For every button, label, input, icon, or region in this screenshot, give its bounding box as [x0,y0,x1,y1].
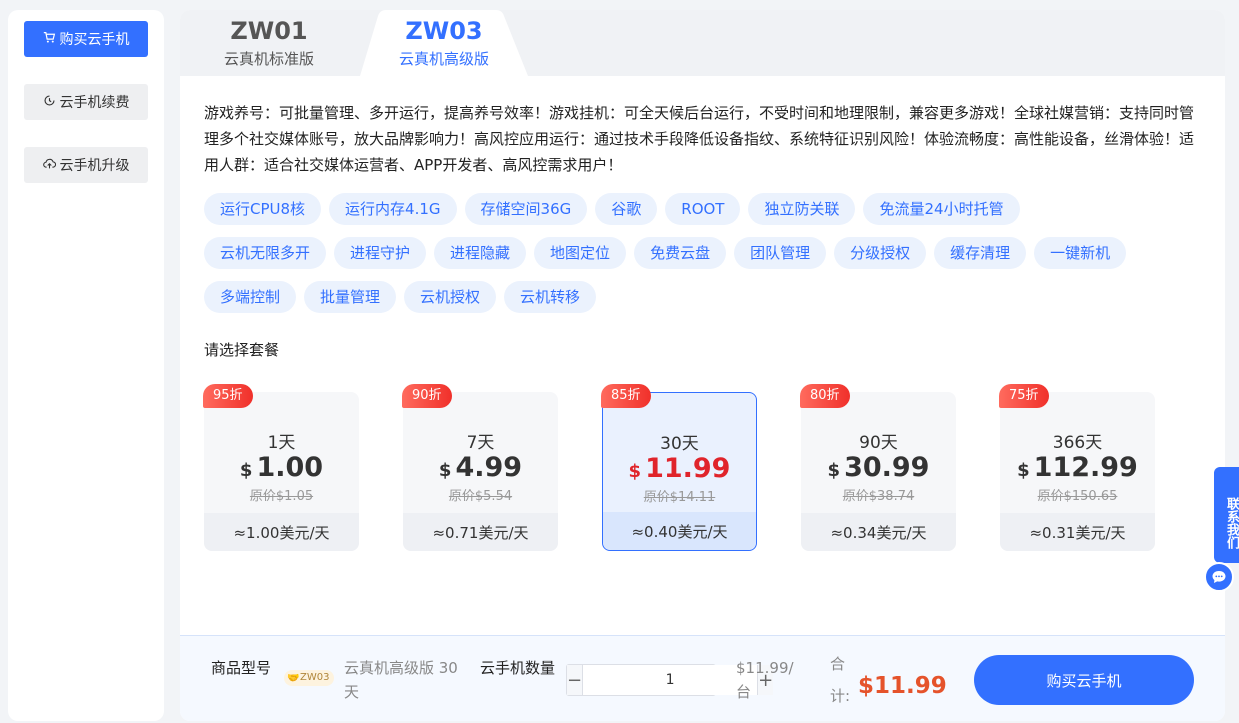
upgrade-phone-sidebar-label: 云手机升级 [59,158,130,174]
plan-duration: 7天 [466,433,495,453]
plan-card-1-day[interactable]: 95折 1天 $1.00 原价$1.05 ≈1.00美元/天 [203,384,359,551]
handshake-icon: 🤝 [287,673,300,684]
currency-symbol: $ [438,460,452,481]
feature-tag: 分级授权 [834,237,927,269]
order-summary-bar: 商品型号 🤝 ZW03 云真机高级版 30天 云手机数量 − + $11.99/… [180,635,1225,721]
quantity-stepper: − + [566,664,774,696]
price-amount: 30.99 [844,452,930,483]
buy-phone-button[interactable]: 购买云手机 [974,655,1194,705]
product-description: 游戏养号：可批量管理、多开运行，提高养号效率！游戏挂机：可全天候后台运行，不受时… [204,104,1195,174]
per-day-price: ≈0.31美元/天 [1000,513,1155,551]
renew-icon [43,94,56,111]
plan-tabs: ZW01 云真机标准版 ZW03 云真机高级版 [180,10,1225,76]
feature-tag: 一键新机 [1034,237,1127,269]
price-amount: 11.99 [645,453,731,484]
plan-section-title: 请选择套餐 [204,341,280,359]
tab-zw03[interactable]: ZW03 云真机高级版 [360,10,528,76]
tab-code: ZW01 [230,17,308,45]
chat-icon[interactable] [1204,562,1234,592]
total-label: 合计: [830,655,851,705]
price-amount: 1.00 [256,452,324,483]
per-day-price: ≈1.00美元/天 [204,513,359,551]
plan-price: $112.99 [1000,452,1155,483]
feature-tag: 进程守护 [334,237,427,269]
feature-tag: 云机授权 [404,281,497,313]
per-day-price: ≈0.34美元/天 [801,513,956,551]
feature-tag: 免流量24小时托管 [863,193,1020,225]
feature-tag: 运行CPU8核 [204,193,322,225]
cloud-upload-icon [42,157,56,174]
original-price: 原价$38.74 [842,489,915,504]
model-label: 商品型号 [211,659,272,677]
original-price: 原价$150.65 [1037,489,1118,504]
model-badge-text: ZW03 [300,672,330,683]
feature-tag: 批量管理 [304,281,397,313]
discount-badge: 75折 [999,384,1049,408]
feature-tag: 云机无限多开 [204,237,327,269]
feature-tag: 运行内存4.1G [329,193,457,225]
feature-tag: 存储空间36G [464,193,588,225]
tab-code: ZW03 [405,17,483,45]
tab-zw01[interactable]: ZW01 云真机标准版 [200,10,338,76]
renew-phone-sidebar-button[interactable]: 云手机续费 [24,84,148,120]
original-price: 原价$5.54 [448,489,513,504]
plan-price: $1.00 [204,452,359,483]
feature-tag: 地图定位 [534,237,627,269]
discount-badge: 80折 [800,384,850,408]
currency-symbol: $ [628,461,642,482]
buy-phone-sidebar-button[interactable]: 购买云手机 [24,21,148,57]
per-day-price: ≈0.40美元/天 [603,512,756,550]
plan-card-7-days[interactable]: 90折 7天 $4.99 原价$5.54 ≈0.71美元/天 [402,384,558,551]
discount-badge: 85折 [601,384,651,408]
model-badge: 🤝 ZW03 [284,670,335,686]
sidebar: 购买云手机 云手机续费 云手机升级 [8,10,164,721]
price-amount: 4.99 [455,452,523,483]
unit-price: $11.99/台 [736,659,794,701]
plan-price: $30.99 [801,452,956,483]
feature-tag: 进程隐藏 [434,237,527,269]
tab-name: 云真机高级版 [398,50,489,68]
feature-tags: 运行CPU8核 运行内存4.1G 存储空间36G 谷歌 ROOT 独立防关联 免流量24小时… [204,193,1214,325]
quantity-input[interactable] [583,665,758,695]
total-amount: $11.99 [858,673,947,699]
plan-duration: 30天 [660,434,699,454]
feature-tag: 团队管理 [734,237,827,269]
plan-card-90-days[interactable]: 80折 90天 $30.99 原价$38.74 ≈0.34美元/天 [800,384,956,551]
plan-duration: 366天 [1052,433,1103,453]
upgrade-phone-sidebar-button[interactable]: 云手机升级 [24,147,148,183]
feature-tag: 独立防关联 [748,193,856,225]
currency-symbol: $ [1017,460,1030,481]
plan-price: $11.99 [603,453,756,484]
feature-tag: 谷歌 [595,193,658,225]
plan-price: $4.99 [403,452,558,483]
plan-duration: 90天 [859,433,898,453]
discount-badge: 90折 [402,384,452,408]
feature-tag: 云机转移 [504,281,597,313]
price-amount: 112.99 [1033,452,1138,483]
renew-phone-sidebar-label: 云手机续费 [59,95,130,111]
tab-name: 云真机标准版 [223,50,314,68]
plan-duration: 1天 [267,433,296,453]
feature-tag: 缓存清理 [934,237,1027,269]
plan-options: 95折 1天 $1.00 原价$1.05 ≈1.00美元/天 90折 7天 $4… [203,384,1204,552]
plan-card-366-days[interactable]: 75折 366天 $112.99 原价$150.65 ≈0.31美元/天 [999,384,1155,551]
decrease-quantity-button[interactable]: − [567,665,584,695]
quantity-label: 云手机数量 [480,659,556,677]
model-value: 云真机高级版 30天 [344,659,458,701]
discount-badge: 95折 [203,384,253,408]
original-price: 原价$1.05 [249,489,314,504]
buy-phone-sidebar-label: 购买云手机 [59,32,130,48]
feature-tag: 多端控制 [204,281,297,313]
cart-icon [43,31,56,48]
main-panel: ZW01 云真机标准版 ZW03 云真机高级版 游戏养号：可批量管理、多开运行，… [180,10,1225,721]
feature-tag: 免费云盘 [634,237,727,269]
currency-symbol: $ [827,460,841,481]
feature-tag: ROOT [665,193,741,225]
per-day-price: ≈0.71美元/天 [403,513,558,551]
contact-us-tab[interactable]: 联系我们 [1214,467,1239,563]
plan-card-30-days[interactable]: 85折 30天 $11.99 原价$14.11 ≈0.40美元/天 [601,384,757,551]
currency-symbol: $ [239,460,253,481]
original-price: 原价$14.11 [643,490,716,505]
